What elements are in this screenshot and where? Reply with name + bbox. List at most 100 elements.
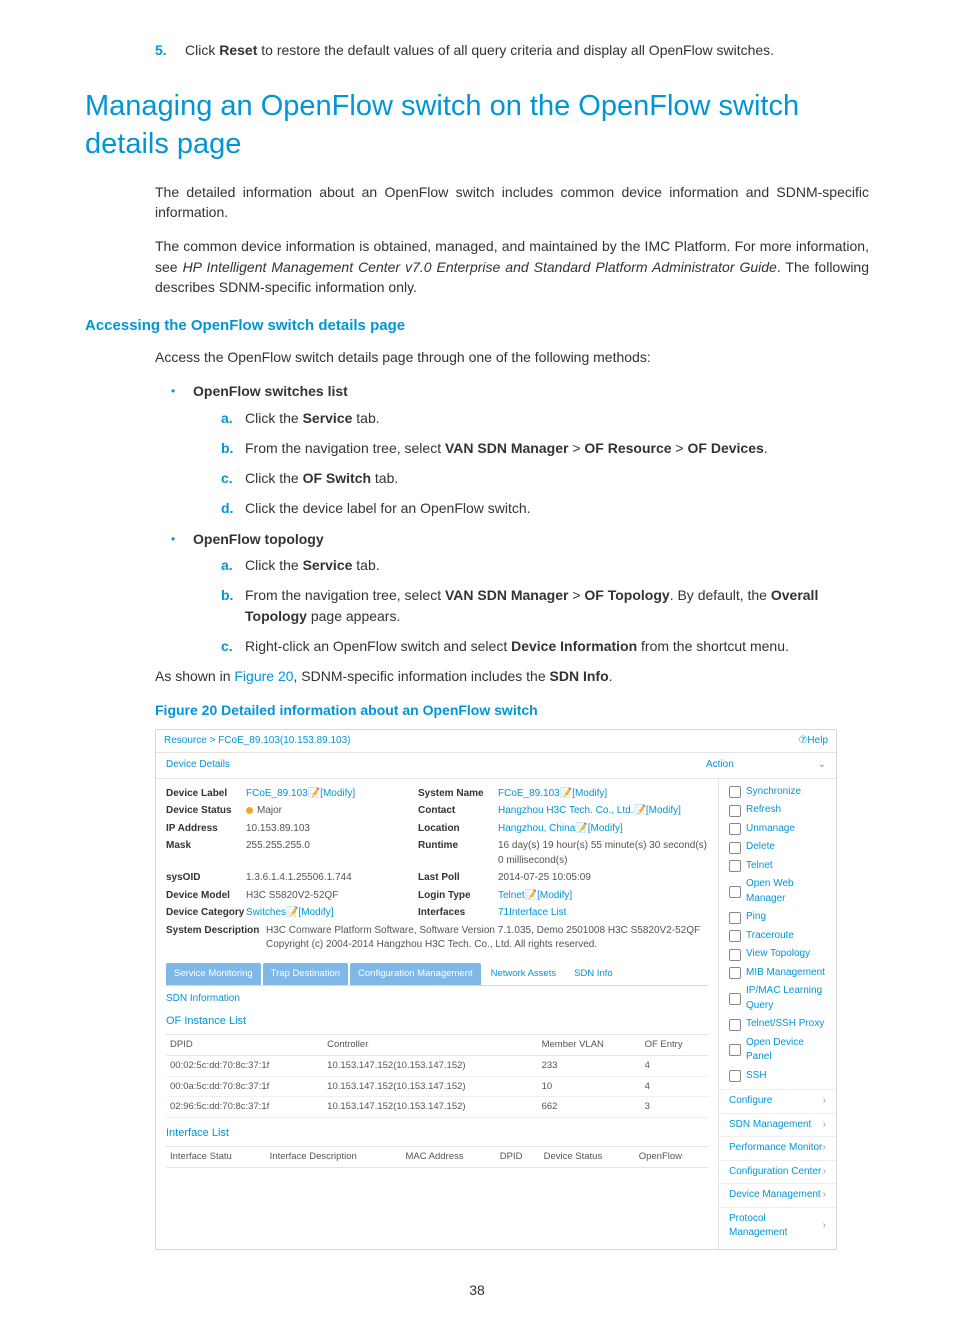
sub-steps: a. Click the Service tab. b. From the na…	[221, 555, 869, 656]
cell: 00:02:5c:dd:70:8c:37:1f	[166, 1055, 323, 1076]
action-title[interactable]: Action	[706, 758, 734, 773]
label: sysOID	[166, 871, 246, 886]
t: from the shortcut menu.	[637, 638, 789, 654]
action-open-web-manager[interactable]: Open Web Manager	[719, 875, 836, 908]
action-label: Telnet/SSH Proxy	[746, 1017, 824, 1032]
cell: 4	[641, 1076, 708, 1097]
cell: 3	[641, 1097, 708, 1118]
sub-step: c. Click the OF Switch tab.	[221, 468, 869, 488]
value: 1.3.6.1.4.1.25506.1.744	[246, 871, 418, 886]
table-row[interactable]: 00:02:5c:dd:70:8c:37:1f10.153.147.152(10…	[166, 1055, 708, 1076]
detail-row: Device ModelH3C S5820V2-52QFLogin TypeTe…	[166, 889, 708, 904]
action-open-device-panel[interactable]: Open Device Panel	[719, 1034, 836, 1067]
breadcrumb[interactable]: Resource > FCoE_89.103(10.153.89.103)	[164, 734, 351, 749]
t: As shown in	[155, 668, 234, 684]
chevron-down-icon[interactable]: ⌄	[818, 758, 826, 773]
action-telnet[interactable]: Telnet	[719, 857, 836, 876]
tab-sdn-info[interactable]: SDN Info	[566, 963, 621, 985]
chevron-right-icon: ›	[823, 1141, 826, 1156]
sub-step: a. Click the Service tab.	[221, 408, 869, 428]
tab-trap-destination[interactable]: Trap Destination	[263, 963, 348, 985]
label: Contact	[418, 804, 498, 819]
config-configuration-center[interactable]: Configuration Center›	[719, 1160, 836, 1184]
t: page appears.	[307, 608, 400, 624]
letter: d.	[221, 498, 233, 518]
cell: 10.153.147.152(10.153.147.152)	[323, 1055, 537, 1076]
detail-row: Device CategorySwitches📝[Modify]Interfac…	[166, 906, 708, 921]
t: Click the	[245, 410, 303, 426]
config-label: Performance Monitor	[729, 1141, 822, 1156]
action-icon	[729, 993, 741, 1005]
t: >	[568, 587, 584, 603]
col-header: Device Status	[540, 1146, 635, 1167]
label: System Description	[166, 924, 266, 953]
action-label: Open Device Panel	[746, 1036, 826, 1065]
action-delete[interactable]: Delete	[719, 838, 836, 857]
of-instance-title: OF Instance List	[166, 1014, 708, 1030]
sub-step: d. Click the device label for an OpenFlo…	[221, 498, 869, 518]
chevron-right-icon: ›	[823, 1118, 826, 1133]
action-traceroute[interactable]: Traceroute	[719, 927, 836, 946]
col-header: MAC Address	[401, 1146, 495, 1167]
config-label: Configure	[729, 1094, 772, 1109]
t: Right-click an OpenFlow switch and selec…	[245, 638, 511, 654]
value: 255.255.255.0	[246, 839, 418, 868]
t: tab.	[352, 410, 379, 426]
action-label: Ping	[746, 910, 766, 925]
cell: 4	[641, 1055, 708, 1076]
method-list: OpenFlow switches list a. Click the Serv…	[167, 381, 869, 656]
action-view-topology[interactable]: View Topology	[719, 945, 836, 964]
value: Hangzhou H3C Tech. Co., Ltd.📝[Modify]	[498, 804, 708, 819]
action-icon	[729, 1019, 741, 1031]
action-synchronize[interactable]: Synchronize	[719, 783, 836, 802]
action-icon	[729, 1070, 741, 1082]
tab-configuration-management[interactable]: Configuration Management	[350, 963, 481, 985]
help-link[interactable]: ⑦Help	[798, 734, 828, 749]
label: Login Type	[418, 889, 498, 904]
table-row[interactable]: 02:96:5c:dd:70:8c:37:1f10.153.147.152(10…	[166, 1097, 708, 1118]
action-ip-mac-learning-query[interactable]: IP/MAC Learning Query	[719, 982, 836, 1015]
sub-steps: a. Click the Service tab. b. From the na…	[221, 408, 869, 519]
tab-network-assets[interactable]: Network Assets	[483, 963, 564, 985]
label: Device Category	[166, 906, 246, 921]
italic: HP Intelligent Management Center v7.0 En…	[183, 259, 777, 275]
config-performance-monitor[interactable]: Performance Monitor›	[719, 1136, 836, 1160]
status-dot-icon	[246, 807, 253, 814]
config-sdn-management[interactable]: SDN Management›	[719, 1113, 836, 1137]
detail-row: Mask255.255.255.0Runtime16 day(s) 19 hou…	[166, 839, 708, 868]
action-unmanage[interactable]: Unmanage	[719, 820, 836, 839]
t: .	[764, 440, 768, 456]
value: H3C Comware Platform Software, Software …	[266, 924, 708, 953]
detail-row: sysOID1.3.6.1.4.1.25506.1.744Last Poll20…	[166, 871, 708, 886]
page-number: 38	[85, 1280, 869, 1300]
action-refresh[interactable]: Refresh	[719, 801, 836, 820]
of-instance-table: DPIDControllerMember VLANOF Entry 00:02:…	[166, 1034, 708, 1118]
action-icon	[729, 805, 741, 817]
label: Mask	[166, 839, 246, 868]
t: >	[672, 440, 688, 456]
value: FCoE_89.103📝[Modify]	[498, 787, 708, 802]
action-ssh[interactable]: SSH	[719, 1067, 836, 1086]
details-left: Device LabelFCoE_89.103📝[Modify]System N…	[156, 779, 719, 1249]
table-row[interactable]: 00:0a:5c:dd:70:8c:37:1f10.153.147.152(10…	[166, 1076, 708, 1097]
section-heading: Accessing the OpenFlow switch details pa…	[85, 315, 869, 337]
sdn-info-link[interactable]: SDN Information	[166, 992, 708, 1007]
action-ping[interactable]: Ping	[719, 908, 836, 927]
tab-service-monitoring[interactable]: Service Monitoring	[166, 963, 261, 985]
value: 71Interface List	[498, 906, 708, 921]
letter: c.	[221, 636, 233, 656]
action-label: Telnet	[746, 859, 773, 874]
col-header: DPID	[166, 1034, 323, 1055]
value: Switches📝[Modify]	[246, 906, 418, 921]
action-mib-management[interactable]: MIB Management	[719, 964, 836, 983]
tabs: Service MonitoringTrap DestinationConfig…	[166, 963, 708, 986]
config-protocol-management[interactable]: Protocol Management›	[719, 1207, 836, 1245]
config-device-management[interactable]: Device Management›	[719, 1183, 836, 1207]
config-configure[interactable]: Configure›	[719, 1089, 836, 1113]
action-label: IP/MAC Learning Query	[746, 984, 826, 1013]
sub-step: b. From the navigation tree, select VAN …	[221, 438, 869, 458]
figure-link[interactable]: Figure 20	[234, 668, 293, 684]
col-header: OpenFlow	[635, 1146, 708, 1167]
action-telnet-ssh-proxy[interactable]: Telnet/SSH Proxy	[719, 1015, 836, 1034]
value: Telnet📝[Modify]	[498, 889, 708, 904]
